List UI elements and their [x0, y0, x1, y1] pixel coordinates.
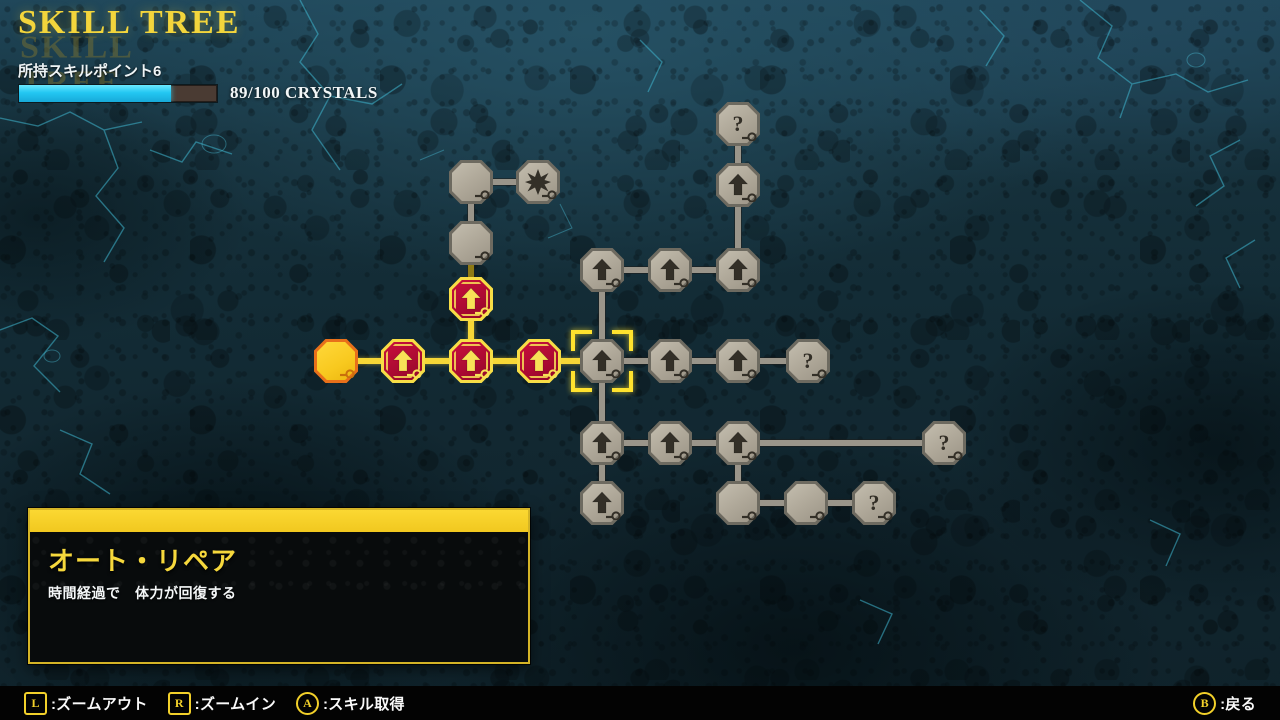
- locked-node[interactable]: [449, 160, 493, 204]
- control-hints-right: B:戻る: [1193, 691, 1280, 715]
- button-glyph-r-icon: R: [167, 691, 191, 715]
- locked-node[interactable]: [580, 481, 624, 525]
- locked-node[interactable]: ?: [922, 421, 966, 465]
- locked-node[interactable]: ?: [786, 339, 830, 383]
- skill-detail-panel: オート・リペア 時間経過で 体力が回復する: [28, 508, 530, 664]
- skill-cost-pip-icon: [606, 276, 621, 287]
- control-hints-left: L:ズームアウト R:ズームイン A:スキル取得: [0, 691, 405, 715]
- control-hint-bar: L:ズームアウト R:ズームイン A:スキル取得 B:戻る: [0, 686, 1280, 720]
- locked-node[interactable]: [580, 248, 624, 292]
- locked-node[interactable]: [580, 421, 624, 465]
- acquired-node[interactable]: [449, 277, 493, 321]
- locked-node[interactable]: [716, 421, 760, 465]
- locked-node[interactable]: [716, 339, 760, 383]
- acquired-node[interactable]: [517, 339, 561, 383]
- skill-cost-pip-icon: [606, 449, 621, 460]
- locked-node[interactable]: [648, 421, 692, 465]
- skill-name: オート・リペア: [48, 546, 238, 576]
- locked-node[interactable]: ?: [716, 102, 760, 146]
- skill-cost-pip-icon: [407, 367, 422, 378]
- locked-node[interactable]: [716, 248, 760, 292]
- skill-detail-header-bar: [30, 510, 528, 532]
- skill-description: 時間経過で 体力が回復する: [48, 585, 237, 601]
- hint-zoom-in[interactable]: R:ズームイン: [167, 691, 277, 715]
- button-glyph-b-icon: B: [1193, 691, 1217, 715]
- skill-cost-pip-icon: [542, 188, 557, 199]
- hint-label: :ズームアウト: [51, 695, 148, 713]
- skill-cost-pip-icon: [475, 367, 490, 378]
- locked-node[interactable]: [716, 163, 760, 207]
- skill-cost-pip-icon: [810, 509, 825, 520]
- root-node[interactable]: [314, 339, 358, 383]
- skill-cost-pip-icon: [742, 449, 757, 460]
- skill-tree-screen: SKILL TREE SKILL TREE 所持スキルポイント6 89/100 …: [0, 0, 1280, 720]
- skill-cost-pip-icon: [475, 188, 490, 199]
- hint-label: :戻る: [1220, 695, 1256, 713]
- acquired-node[interactable]: [449, 339, 493, 383]
- skill-cost-pip-icon: [742, 367, 757, 378]
- skill-cost-pip-icon: [674, 276, 689, 287]
- hint-label: :ズームイン: [194, 695, 277, 713]
- skill-cost-pip-icon: [812, 367, 827, 378]
- skill-cost-pip-icon: [742, 276, 757, 287]
- hint-back[interactable]: B:戻る: [1193, 691, 1256, 715]
- locked-node[interactable]: [784, 481, 828, 525]
- skill-cost-pip-icon: [742, 509, 757, 520]
- locked-node[interactable]: [716, 481, 760, 525]
- skill-edge: [738, 440, 944, 446]
- hint-acquire-skill[interactable]: A:スキル取得: [296, 691, 405, 715]
- hint-zoom-out[interactable]: L:ズームアウト: [24, 691, 148, 715]
- locked-node[interactable]: [449, 221, 493, 265]
- skill-cost-pip-icon: [475, 305, 490, 316]
- skill-cost-pip-icon: [878, 509, 893, 520]
- acquired-node[interactable]: [381, 339, 425, 383]
- button-glyph-a-icon: A: [296, 691, 320, 715]
- skill-detail-body: オート・リペア 時間経過で 体力が回復する: [30, 532, 528, 603]
- button-glyph-l-icon: L: [24, 691, 47, 715]
- skill-cost-pip-icon: [606, 509, 621, 520]
- skill-cost-pip-icon: [742, 130, 757, 141]
- skill-cost-pip-icon: [674, 367, 689, 378]
- locked-node[interactable]: [516, 160, 560, 204]
- locked-node[interactable]: ?: [852, 481, 896, 525]
- skill-cost-pip-icon: [340, 367, 355, 378]
- skill-cost-pip-icon: [606, 367, 621, 378]
- skill-cost-pip-icon: [742, 191, 757, 202]
- selected-node[interactable]: [580, 339, 624, 383]
- skill-cost-pip-icon: [543, 367, 558, 378]
- skill-cost-pip-icon: [948, 449, 963, 460]
- skill-cost-pip-icon: [475, 249, 490, 260]
- skill-cost-pip-icon: [674, 449, 689, 460]
- locked-node[interactable]: [648, 339, 692, 383]
- locked-node[interactable]: [648, 248, 692, 292]
- hint-label: :スキル取得: [323, 695, 405, 713]
